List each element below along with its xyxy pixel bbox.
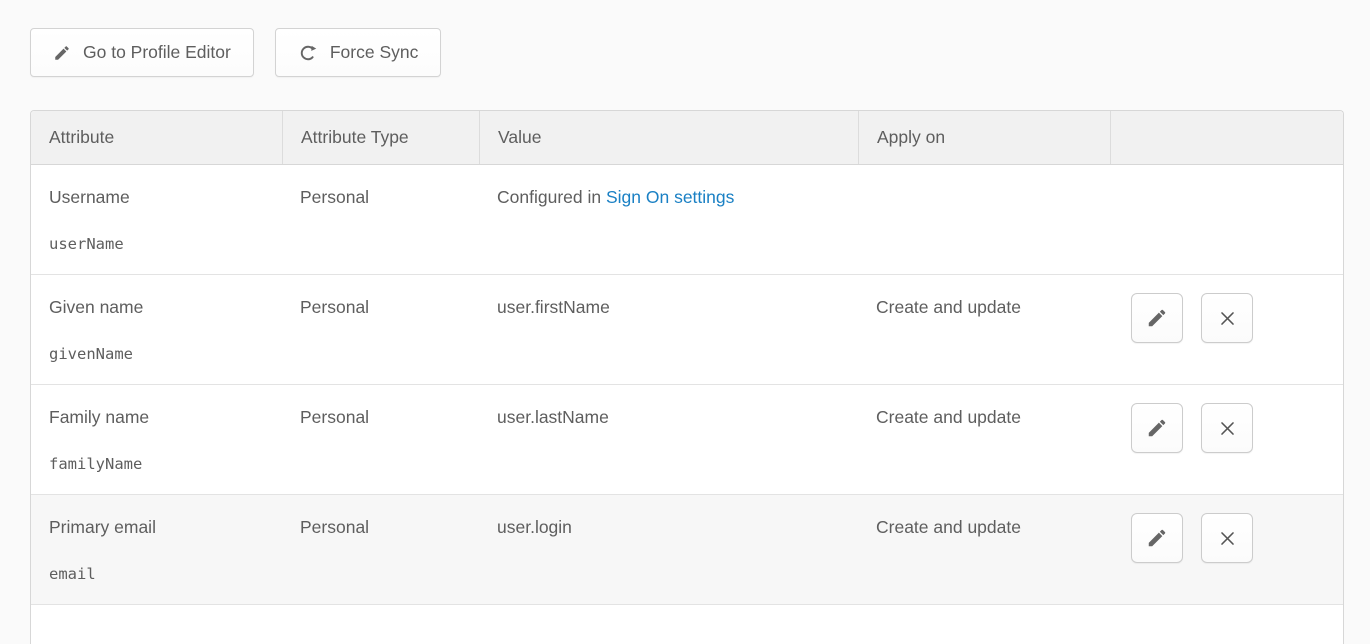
attribute-cell: Primary email email [31,495,282,604]
x-icon [1218,309,1237,328]
header-value: Value [479,111,858,164]
delete-attribute-button[interactable] [1201,293,1253,343]
apply-on-cell [858,165,1110,274]
attribute-cell: Given name givenName [31,275,282,384]
attribute-variable-name: email [49,565,272,583]
actions-cell [1110,495,1343,604]
header-attribute: Attribute [31,111,282,164]
attribute-cell: Username userName [31,165,282,274]
attribute-label: Given name [49,297,272,318]
header-actions [1110,111,1343,164]
value-cell: user.firstName [479,275,858,384]
delete-attribute-button[interactable] [1201,403,1253,453]
attribute-variable-name: givenName [49,345,272,363]
pencil-icon [1146,527,1168,549]
attribute-type-cell: Personal [282,495,479,604]
apply-on-cell: Create and update [858,385,1110,494]
sign-on-settings-link[interactable]: Sign On settings [606,187,734,207]
value-cell: user.lastName [479,385,858,494]
go-to-profile-editor-button[interactable]: Go to Profile Editor [30,28,254,77]
value-text: user.firstName [497,297,610,317]
actions-cell [1110,275,1343,384]
value-text: user.login [497,517,572,537]
pencil-icon [1146,307,1168,329]
header-attribute-type: Attribute Type [282,111,479,164]
refresh-icon [298,43,318,63]
force-sync-label: Force Sync [330,42,419,63]
attribute-variable-name: familyName [49,455,272,473]
table-body: UsernameuserNamePersonalConfigured in Si… [31,165,1343,605]
force-sync-button[interactable]: Force Sync [275,28,442,77]
delete-attribute-button[interactable] [1201,513,1253,563]
attribute-label: Primary email [49,517,272,538]
attribute-cell: Family name familyName [31,385,282,494]
edit-attribute-button[interactable] [1131,513,1183,563]
table-row: Family name familyName Personal user.lastNa… [31,385,1343,495]
attribute-mapping-page: Go to Profile Editor Force Sync Attribut… [0,0,1370,644]
pencil-icon [53,44,71,62]
actions-cell [1110,385,1343,494]
apply-on-cell: Create and update [858,495,1110,604]
toolbar: Go to Profile Editor Force Sync [30,28,1370,77]
actions-cell [1110,165,1343,274]
x-icon [1218,419,1237,438]
attribute-type-cell: Personal [282,385,479,494]
apply-on-cell: Create and update [858,275,1110,384]
header-apply-on: Apply on [858,111,1110,164]
value-cell: Configured in Sign On settings [479,165,858,274]
table-row: UsernameuserNamePersonalConfigured in Si… [31,165,1343,275]
go-to-profile-editor-label: Go to Profile Editor [83,42,231,63]
attribute-type-cell: Personal [282,165,479,274]
attribute-mapping-table: Attribute Attribute Type Value Apply on … [30,110,1344,644]
edit-attribute-button[interactable] [1131,293,1183,343]
edit-attribute-button[interactable] [1131,403,1183,453]
attribute-label: Family name [49,407,272,428]
x-icon [1218,529,1237,548]
pencil-icon [1146,417,1168,439]
attribute-type-cell: Personal [282,275,479,384]
value-cell: user.login [479,495,858,604]
partial-next-row [31,605,1343,644]
table-row: Given name givenName Personal user.firstNam… [31,275,1343,385]
table-row: Primary email email Personal user.login Crea… [31,495,1343,605]
value-text: user.lastName [497,407,609,427]
value-text: Configured in [497,187,606,207]
table-header: Attribute Attribute Type Value Apply on [31,111,1343,165]
attribute-label: Username [49,187,272,208]
attribute-variable-name: userName [49,235,272,253]
